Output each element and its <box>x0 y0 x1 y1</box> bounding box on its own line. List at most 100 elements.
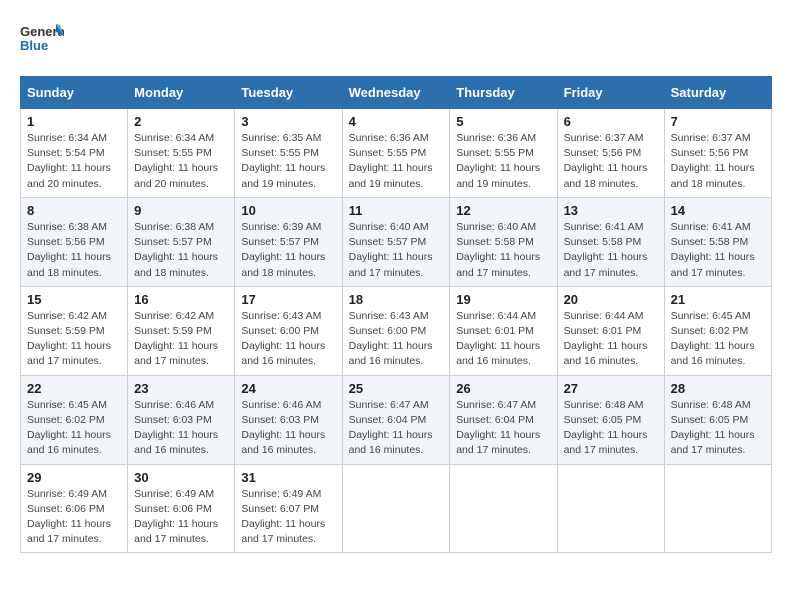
day-number: 31 <box>241 470 335 485</box>
calendar-cell: 21 Sunrise: 6:45 AMSunset: 6:02 PMDayligh… <box>664 286 771 375</box>
day-number: 13 <box>564 203 658 218</box>
day-number: 11 <box>349 203 444 218</box>
calendar-cell: 6Sunrise: 6:37 AMSunset: 5:56 PMDaylight… <box>557 109 664 198</box>
calendar-cell: 28 Sunrise: 6:48 AMSunset: 6:05 PMDayligh… <box>664 375 771 464</box>
day-number: 20 <box>564 292 658 307</box>
calendar-cell <box>342 464 450 553</box>
page-header: General Blue <box>20 20 772 60</box>
calendar-week-1: 1 Sunrise: 6:34 AMSunset: 5:54 PMDaylight… <box>21 109 772 198</box>
calendar-cell: 27 Sunrise: 6:48 AMSunset: 6:05 PMDayligh… <box>557 375 664 464</box>
day-info: Sunrise: 6:44 AMSunset: 6:01 PMDaylight:… <box>456 309 550 370</box>
calendar-cell: 20 Sunrise: 6:44 AMSunset: 6:01 PMDayligh… <box>557 286 664 375</box>
calendar-week-3: 15Sunrise: 6:42 AMSunset: 5:59 PMDayligh… <box>21 286 772 375</box>
calendar-cell: 29 Sunrise: 6:49 AMSunset: 6:06 PMDayligh… <box>21 464 128 553</box>
weekday-header-sunday: Sunday <box>21 77 128 109</box>
weekday-header-friday: Friday <box>557 77 664 109</box>
day-info: Sunrise: 6:43 AMSunset: 6:00 PMDaylight:… <box>241 309 335 370</box>
calendar-cell: 30Sunrise: 6:49 AMSunset: 6:06 PMDayligh… <box>128 464 235 553</box>
day-info: Sunrise: 6:49 AMSunset: 6:06 PMDaylight:… <box>27 487 121 548</box>
day-number: 9 <box>134 203 228 218</box>
day-number: 19 <box>456 292 550 307</box>
day-number: 10 <box>241 203 335 218</box>
day-info: Sunrise: 6:46 AMSunset: 6:03 PMDaylight:… <box>241 398 335 459</box>
calendar-cell: 31 Sunrise: 6:49 AMSunset: 6:07 PMDayligh… <box>235 464 342 553</box>
calendar-cell: 22 Sunrise: 6:45 AMSunset: 6:02 PMDayligh… <box>21 375 128 464</box>
calendar-cell: 16Sunrise: 6:42 AMSunset: 5:59 PMDayligh… <box>128 286 235 375</box>
weekday-header-thursday: Thursday <box>450 77 557 109</box>
svg-text:Blue: Blue <box>20 38 48 53</box>
calendar-cell: 25 Sunrise: 6:47 AMSunset: 6:04 PMDayligh… <box>342 375 450 464</box>
day-number: 22 <box>27 381 121 396</box>
weekday-header-saturday: Saturday <box>664 77 771 109</box>
calendar-cell: 14 Sunrise: 6:41 AMSunset: 5:58 PMDayligh… <box>664 197 771 286</box>
day-info: Sunrise: 6:41 AMSunset: 5:58 PMDaylight:… <box>671 220 765 281</box>
day-number: 18 <box>349 292 444 307</box>
day-info: Sunrise: 6:46 AMSunset: 6:03 PMDaylight:… <box>134 398 228 459</box>
calendar-week-4: 22 Sunrise: 6:45 AMSunset: 6:02 PMDayligh… <box>21 375 772 464</box>
day-info: Sunrise: 6:48 AMSunset: 6:05 PMDaylight:… <box>564 398 658 459</box>
calendar-cell <box>557 464 664 553</box>
day-number: 29 <box>27 470 121 485</box>
day-number: 27 <box>564 381 658 396</box>
day-number: 15 <box>27 292 121 307</box>
calendar-week-5: 29 Sunrise: 6:49 AMSunset: 6:06 PMDayligh… <box>21 464 772 553</box>
calendar-cell <box>450 464 557 553</box>
calendar-week-2: 8 Sunrise: 6:38 AMSunset: 5:56 PMDaylight… <box>21 197 772 286</box>
day-info: Sunrise: 6:36 AMSunset: 5:55 PMDaylight:… <box>456 131 550 192</box>
day-number: 1 <box>27 114 121 129</box>
weekday-header-tuesday: Tuesday <box>235 77 342 109</box>
day-info: Sunrise: 6:48 AMSunset: 6:05 PMDaylight:… <box>671 398 765 459</box>
day-info: Sunrise: 6:38 AMSunset: 5:56 PMDaylight:… <box>27 220 121 281</box>
day-number: 6 <box>564 114 658 129</box>
calendar-cell: 2Sunrise: 6:34 AMSunset: 5:55 PMDaylight… <box>128 109 235 198</box>
day-info: Sunrise: 6:35 AMSunset: 5:55 PMDaylight:… <box>241 131 335 192</box>
day-number: 25 <box>349 381 444 396</box>
weekday-header-monday: Monday <box>128 77 235 109</box>
calendar-cell: 3 Sunrise: 6:35 AMSunset: 5:55 PMDaylight… <box>235 109 342 198</box>
day-number: 14 <box>671 203 765 218</box>
day-number: 7 <box>671 114 765 129</box>
day-number: 21 <box>671 292 765 307</box>
calendar-cell: 10Sunrise: 6:39 AMSunset: 5:57 PMDayligh… <box>235 197 342 286</box>
logo-bird-icon: General Blue <box>20 20 64 60</box>
day-info: Sunrise: 6:44 AMSunset: 6:01 PMDaylight:… <box>564 309 658 370</box>
calendar-cell: 4Sunrise: 6:36 AMSunset: 5:55 PMDaylight… <box>342 109 450 198</box>
day-info: Sunrise: 6:37 AMSunset: 5:56 PMDaylight:… <box>671 131 765 192</box>
day-number: 8 <box>27 203 121 218</box>
day-number: 12 <box>456 203 550 218</box>
day-number: 2 <box>134 114 228 129</box>
day-number: 23 <box>134 381 228 396</box>
calendar-cell: 13 Sunrise: 6:41 AMSunset: 5:58 PMDayligh… <box>557 197 664 286</box>
day-number: 16 <box>134 292 228 307</box>
day-info: Sunrise: 6:40 AMSunset: 5:57 PMDaylight:… <box>349 220 444 281</box>
day-info: Sunrise: 6:34 AMSunset: 5:54 PMDaylight:… <box>27 131 121 192</box>
calendar-cell: 18 Sunrise: 6:43 AMSunset: 6:00 PMDayligh… <box>342 286 450 375</box>
day-number: 24 <box>241 381 335 396</box>
day-info: Sunrise: 6:43 AMSunset: 6:00 PMDaylight:… <box>349 309 444 370</box>
day-info: Sunrise: 6:47 AMSunset: 6:04 PMDaylight:… <box>456 398 550 459</box>
calendar-cell: 24 Sunrise: 6:46 AMSunset: 6:03 PMDayligh… <box>235 375 342 464</box>
calendar-cell: 1 Sunrise: 6:34 AMSunset: 5:54 PMDaylight… <box>21 109 128 198</box>
calendar-cell: 5 Sunrise: 6:36 AMSunset: 5:55 PMDaylight… <box>450 109 557 198</box>
day-number: 28 <box>671 381 765 396</box>
calendar-cell: 23 Sunrise: 6:46 AMSunset: 6:03 PMDayligh… <box>128 375 235 464</box>
day-info: Sunrise: 6:47 AMSunset: 6:04 PMDaylight:… <box>349 398 444 459</box>
calendar-table: SundayMondayTuesdayWednesdayThursdayFrid… <box>20 76 772 553</box>
calendar-cell: 15Sunrise: 6:42 AMSunset: 5:59 PMDayligh… <box>21 286 128 375</box>
calendar-cell <box>664 464 771 553</box>
calendar-cell: 11 Sunrise: 6:40 AMSunset: 5:57 PMDayligh… <box>342 197 450 286</box>
day-info: Sunrise: 6:45 AMSunset: 6:02 PMDaylight:… <box>671 309 765 370</box>
weekday-header-wednesday: Wednesday <box>342 77 450 109</box>
day-number: 26 <box>456 381 550 396</box>
logo: General Blue <box>20 20 64 60</box>
calendar-cell: 12Sunrise: 6:40 AMSunset: 5:58 PMDayligh… <box>450 197 557 286</box>
day-number: 17 <box>241 292 335 307</box>
calendar-cell: 7 Sunrise: 6:37 AMSunset: 5:56 PMDaylight… <box>664 109 771 198</box>
day-info: Sunrise: 6:49 AMSunset: 6:07 PMDaylight:… <box>241 487 335 548</box>
calendar-cell: 8 Sunrise: 6:38 AMSunset: 5:56 PMDaylight… <box>21 197 128 286</box>
day-info: Sunrise: 6:41 AMSunset: 5:58 PMDaylight:… <box>564 220 658 281</box>
day-info: Sunrise: 6:45 AMSunset: 6:02 PMDaylight:… <box>27 398 121 459</box>
day-number: 5 <box>456 114 550 129</box>
day-info: Sunrise: 6:36 AMSunset: 5:55 PMDaylight:… <box>349 131 444 192</box>
day-number: 3 <box>241 114 335 129</box>
